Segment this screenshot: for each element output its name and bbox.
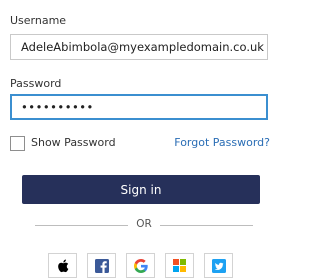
password-field[interactable]: •••••••••• bbox=[10, 94, 268, 120]
twitter-login-button[interactable] bbox=[204, 253, 233, 278]
facebook-icon bbox=[94, 258, 109, 273]
sign-in-button[interactable]: Sign in bbox=[22, 175, 260, 204]
microsoft-login-button[interactable] bbox=[165, 253, 194, 278]
apple-login-button[interactable] bbox=[48, 253, 77, 278]
username-label: Username bbox=[10, 14, 67, 27]
facebook-login-button[interactable] bbox=[87, 253, 116, 278]
username-field[interactable]: AdeleAbimbola@myexampledomain.co.uk bbox=[10, 34, 268, 60]
microsoft-icon bbox=[173, 259, 186, 272]
password-label: Password bbox=[10, 77, 62, 90]
google-login-button[interactable] bbox=[126, 253, 155, 278]
show-password-label[interactable]: Show Password bbox=[31, 136, 116, 149]
divider-line-right bbox=[160, 225, 253, 226]
google-icon bbox=[133, 258, 148, 273]
show-password-checkbox[interactable] bbox=[10, 136, 25, 151]
divider-text: OR bbox=[136, 218, 152, 230]
divider-line-left bbox=[35, 225, 128, 226]
twitter-icon bbox=[211, 258, 226, 273]
or-divider: OR bbox=[10, 218, 268, 232]
social-login-row bbox=[48, 253, 233, 278]
apple-icon bbox=[57, 259, 68, 272]
forgot-password-link[interactable]: Forgot Password? bbox=[174, 136, 270, 149]
